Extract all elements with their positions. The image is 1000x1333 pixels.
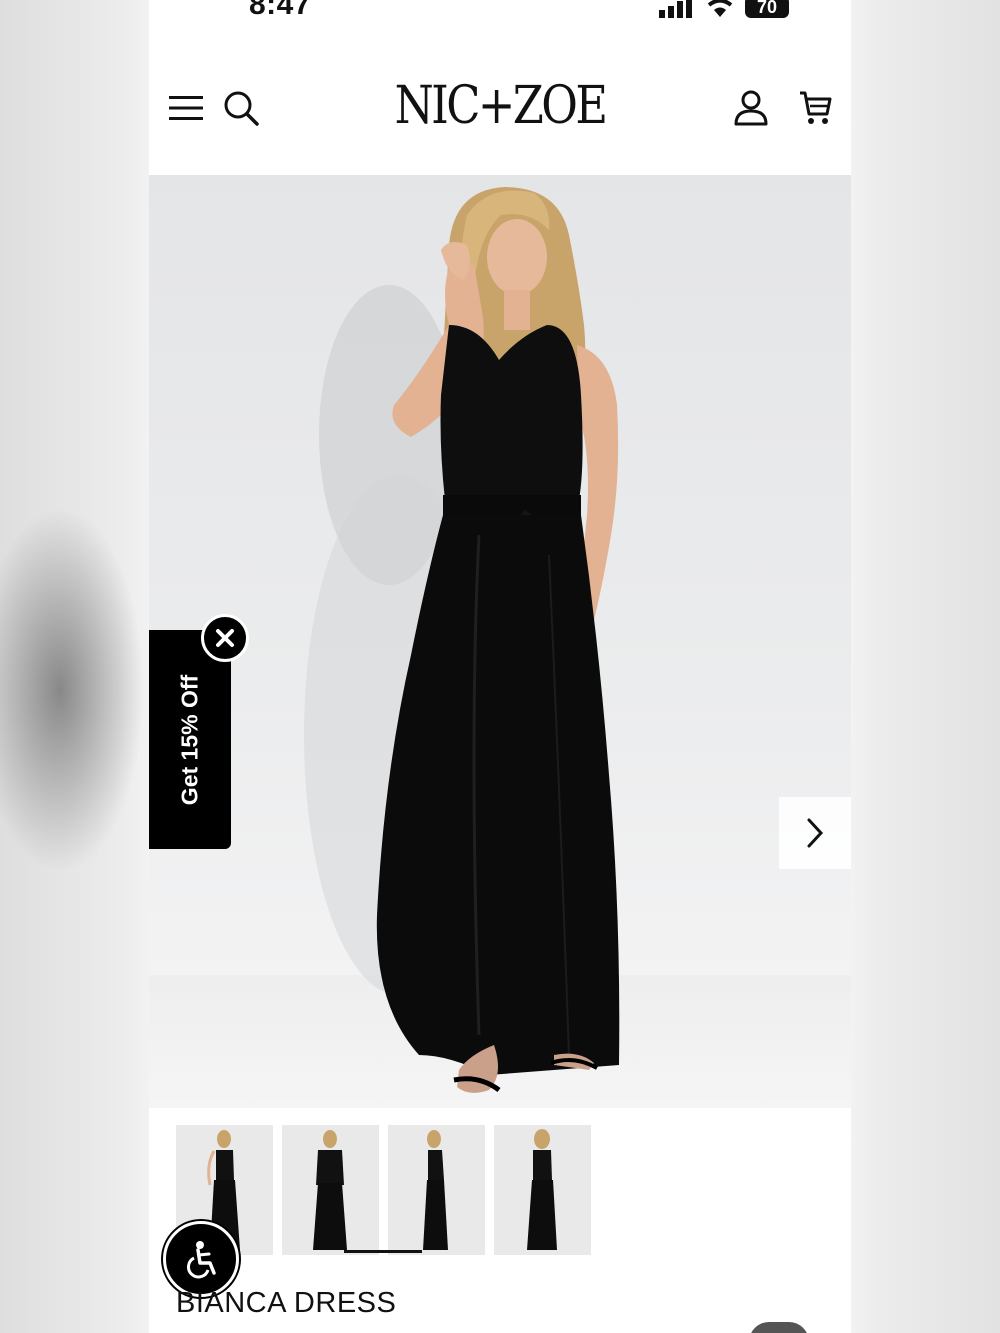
accessibility-icon — [186, 1241, 216, 1279]
chevron-right-icon — [807, 818, 824, 848]
status-icons: 70 — [657, 0, 789, 18]
thumbnail-strip — [176, 1125, 591, 1255]
cart-icon[interactable] — [794, 88, 836, 128]
account-icon[interactable] — [731, 88, 771, 128]
product-hero-image[interactable] — [149, 175, 851, 1108]
thumbnail-3[interactable] — [388, 1125, 485, 1255]
model-photo — [304, 187, 620, 1093]
next-image-button[interactable] — [779, 797, 851, 869]
product-title: BIANCA DRESS — [176, 1287, 397, 1319]
thumbnail-2[interactable] — [282, 1125, 379, 1255]
close-icon — [216, 629, 234, 647]
brand-logo[interactable]: NIC+ZOE — [198, 76, 802, 136]
battery-indicator: 70 — [745, 0, 789, 18]
signal-icon — [659, 0, 692, 18]
site-header: NIC+ZOE — [149, 60, 851, 175]
phone-screen: 8:47 70 NIC+ZOE Get 15% Off BIANCA DRESS — [149, 0, 851, 1333]
status-time: 8:47 — [249, 0, 312, 21]
thumbnail-4[interactable] — [494, 1125, 591, 1255]
chat-bubble-edge[interactable] — [749, 1322, 809, 1333]
promo-label: Get 15% Off — [176, 674, 203, 806]
wifi-icon — [707, 0, 733, 17]
accessibility-button[interactable] — [163, 1221, 239, 1297]
promo-close-button[interactable] — [201, 614, 249, 662]
promo-tab[interactable]: Get 15% Off — [149, 630, 231, 849]
active-thumbnail-indicator — [344, 1250, 422, 1253]
